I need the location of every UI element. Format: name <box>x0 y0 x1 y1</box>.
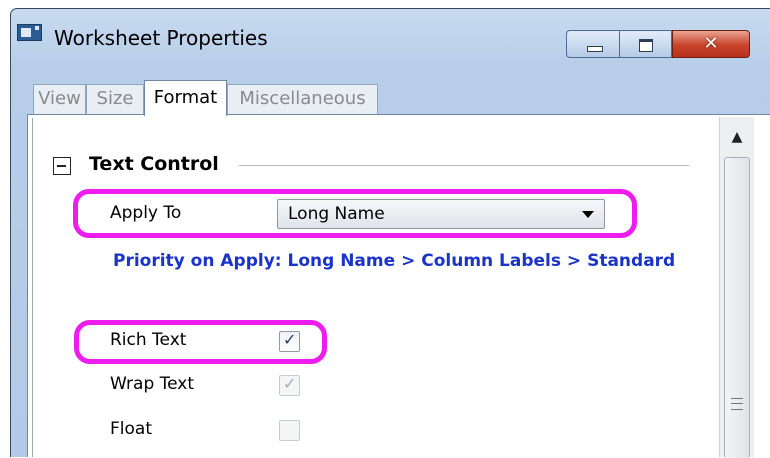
grip-icon <box>731 398 743 410</box>
float-checkbox[interactable] <box>279 420 300 441</box>
close-button[interactable]: ✕ <box>672 30 750 58</box>
dropdown-arrow-icon <box>582 211 594 218</box>
float-label: Float <box>110 419 152 439</box>
tab-format[interactable]: Format <box>144 80 227 116</box>
close-icon: ✕ <box>703 33 719 54</box>
vertical-scrollbar[interactable]: ▲ <box>719 117 754 458</box>
apply-to-value: Long Name <box>288 204 385 224</box>
minimize-icon <box>587 46 603 52</box>
collapse-minus-icon[interactable] <box>53 157 71 175</box>
scroll-thumb[interactable] <box>724 157 750 458</box>
tab-view[interactable]: View <box>33 84 86 114</box>
scroll-up-arrow-icon[interactable]: ▲ <box>720 123 754 151</box>
tab-size[interactable]: Size <box>86 84 144 114</box>
maximize-button[interactable] <box>620 30 672 58</box>
window-title: Worksheet Properties <box>54 26 268 50</box>
section-title: Text Control <box>89 153 219 175</box>
checkmark-icon: ✓ <box>283 374 297 393</box>
checkmark-icon: ✓ <box>283 330 297 349</box>
minimize-button[interactable] <box>566 30 620 58</box>
wrap-text-label: Wrap Text <box>110 374 195 394</box>
section-divider <box>239 165 689 166</box>
rich-text-label: Rich Text <box>110 330 187 350</box>
apply-to-label: Apply To <box>110 203 182 223</box>
tab-miscellaneous[interactable]: Miscellaneous <box>227 84 378 114</box>
rich-text-checkbox[interactable]: ✓ <box>279 330 300 352</box>
maximize-icon <box>639 39 653 52</box>
app-window-icon <box>17 24 42 41</box>
wrap-text-checkbox[interactable]: ✓ <box>279 374 300 396</box>
apply-to-dropdown[interactable]: Long Name <box>277 199 605 229</box>
priority-note: Priority on Apply: Long Name > Column La… <box>113 251 676 271</box>
